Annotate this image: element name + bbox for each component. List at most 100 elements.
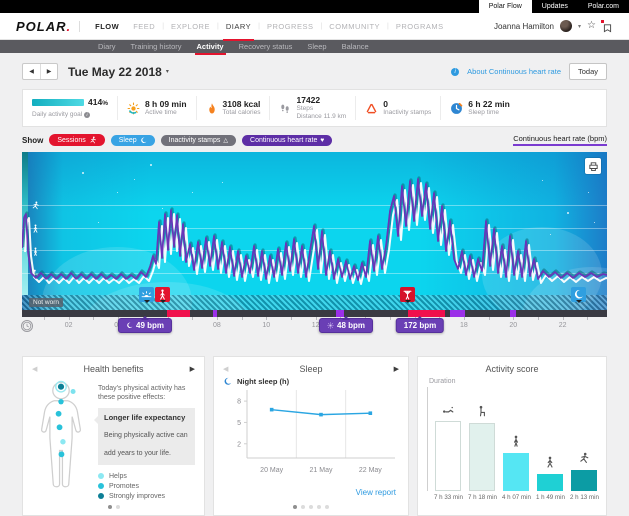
activity-bar-column	[537, 455, 563, 491]
stat-steps: 17422StepsDistance 11.9 km	[269, 96, 355, 120]
about-continuous-hr-link[interactable]: About Continuous heart rate	[467, 67, 561, 76]
y-tick-label: 8	[237, 399, 241, 406]
top-site-bar: Polar Flow Updates Polar.com	[0, 0, 629, 13]
hour-tick	[513, 317, 514, 320]
user-name[interactable]: Joanna Hamilton	[494, 22, 554, 31]
hour-label: 02	[65, 322, 73, 329]
subnav-balance[interactable]: Balance	[342, 42, 369, 51]
hour-tick	[93, 317, 94, 320]
sleep-data-point[interactable]	[369, 411, 373, 415]
page-dot[interactable]	[317, 505, 321, 509]
filter-pill-heart-rate[interactable]: Continuous heart rate♥	[242, 135, 332, 146]
date-dropdown-caret-icon[interactable]: ▾	[166, 68, 169, 75]
hour-tick	[291, 317, 292, 320]
bpm-badge[interactable]: 49 bpm	[118, 318, 172, 333]
benefit-highlight-box: Longer life expectancy Being physically …	[98, 408, 195, 465]
activity-score-title: Activity score	[427, 364, 597, 374]
page-dot[interactable]	[293, 505, 297, 509]
session-segment	[408, 310, 445, 317]
activity-bar-column	[503, 434, 529, 491]
not-worn-label: Not worn	[29, 298, 63, 307]
nav-feed[interactable]: FEED	[126, 22, 162, 31]
page-dot[interactable]	[301, 505, 305, 509]
session-segment	[167, 310, 190, 317]
nav-diary[interactable]: DIARY	[219, 22, 258, 31]
activity-bar-column	[435, 402, 461, 491]
event-marker-walker-icon[interactable]	[155, 287, 170, 302]
daily-activity-chart[interactable]: Not worn 020406081012141618202249 bpm48 …	[22, 152, 607, 343]
bpm-badge[interactable]: 48 bpm	[319, 318, 373, 333]
sleep-data-point[interactable]	[270, 408, 274, 412]
hour-label: 10	[262, 322, 270, 329]
filter-pill-sessions[interactable]: Sessions	[49, 134, 104, 146]
health-intro-text: Today's physical activity has these posi…	[98, 378, 195, 403]
moon-icon	[573, 289, 584, 300]
nav-flow[interactable]: FLOW	[88, 22, 126, 31]
triangle-icon: △	[223, 137, 228, 144]
activity-bar-label: 1 h 49 min	[536, 494, 562, 501]
legend-label: Helps	[109, 473, 127, 480]
page-dot[interactable]	[116, 505, 120, 509]
health-card-title: Health benefits	[37, 364, 189, 374]
prev-day-button[interactable]: ◀	[23, 64, 40, 79]
event-marker-lifter-icon[interactable]	[400, 287, 415, 302]
topbar-polar-flow-tab[interactable]: Polar Flow	[479, 0, 532, 13]
star-icon[interactable]: ☆	[587, 21, 596, 31]
activity-bar-label: 4 h 07 min	[502, 494, 528, 501]
legend-dot	[98, 473, 104, 479]
nav-progress[interactable]: PROGRESS	[260, 22, 321, 31]
notifications-flag-icon[interactable]	[602, 21, 613, 32]
page-dot[interactable]	[325, 505, 329, 509]
card-next-icon[interactable]: ▶	[190, 365, 195, 373]
card-next-icon[interactable]: ▶	[394, 365, 399, 373]
chevron-down-icon[interactable]: ▾	[578, 23, 581, 30]
today-button[interactable]: Today	[569, 63, 607, 80]
legend-item: Helps	[98, 473, 195, 480]
subnav-activity[interactable]: Activity	[197, 42, 224, 51]
session-segment	[213, 310, 217, 317]
sit-icon	[476, 404, 488, 422]
nav-programs[interactable]: PROGRAMS	[389, 22, 451, 31]
view-report-link[interactable]: View report	[356, 488, 396, 497]
hour-label: 18	[460, 322, 468, 329]
filter-row: Show Sessions Sleep Inactivity stamps△ C…	[22, 134, 607, 146]
run-icon	[578, 451, 590, 469]
topbar-updates-link[interactable]: Updates	[532, 0, 578, 13]
polar-logo[interactable]: POLAR.	[16, 19, 71, 34]
page-dot[interactable]	[108, 505, 112, 509]
filter-pill-inactivity[interactable]: Inactivity stamps△	[161, 135, 236, 146]
chart-plot-area[interactable]: Not worn	[22, 152, 607, 310]
nav-explore[interactable]: EXPLORE	[164, 22, 217, 31]
activity-bar[interactable]	[435, 421, 461, 491]
topbar-polar-com-link[interactable]: Polar.com	[578, 0, 629, 13]
avatar[interactable]	[560, 20, 572, 32]
session-timeline-bar[interactable]	[22, 310, 607, 317]
goal-info-icon[interactable]: i	[84, 112, 90, 118]
event-marker-moon-icon[interactable]	[571, 287, 586, 302]
walk-icon	[544, 455, 556, 473]
activity-bar[interactable]	[537, 474, 563, 491]
next-day-button[interactable]: ▶	[40, 64, 57, 79]
hour-tick	[44, 317, 45, 320]
nav-community[interactable]: COMMUNITY	[322, 22, 387, 31]
activity-bar[interactable]	[469, 423, 495, 491]
subnav-sleep[interactable]: Sleep	[307, 42, 326, 51]
page-date-title[interactable]: Tue May 22 2018	[68, 65, 162, 79]
bpm-badge[interactable]: 172 bpm	[396, 318, 444, 333]
subnav-diary[interactable]: Diary	[98, 42, 116, 51]
subnav-recovery-status[interactable]: Recovery status	[239, 42, 293, 51]
activity-bar[interactable]	[571, 470, 597, 491]
sleep-data-point[interactable]	[319, 413, 323, 417]
activity-bar[interactable]	[503, 453, 529, 491]
filter-pill-sleep[interactable]: Sleep	[111, 135, 155, 146]
hour-tick	[242, 317, 243, 320]
moon-icon	[140, 137, 147, 144]
subnav-training-history[interactable]: Training history	[131, 42, 182, 51]
heart-icon: ♥	[320, 137, 324, 144]
sleep-clock-icon	[450, 102, 463, 115]
hour-label: 22	[559, 322, 567, 329]
export-print-button[interactable]	[585, 158, 601, 174]
clock-icon	[21, 320, 33, 332]
event-marker-sunrise-icon[interactable]	[139, 287, 154, 302]
page-dot[interactable]	[309, 505, 313, 509]
